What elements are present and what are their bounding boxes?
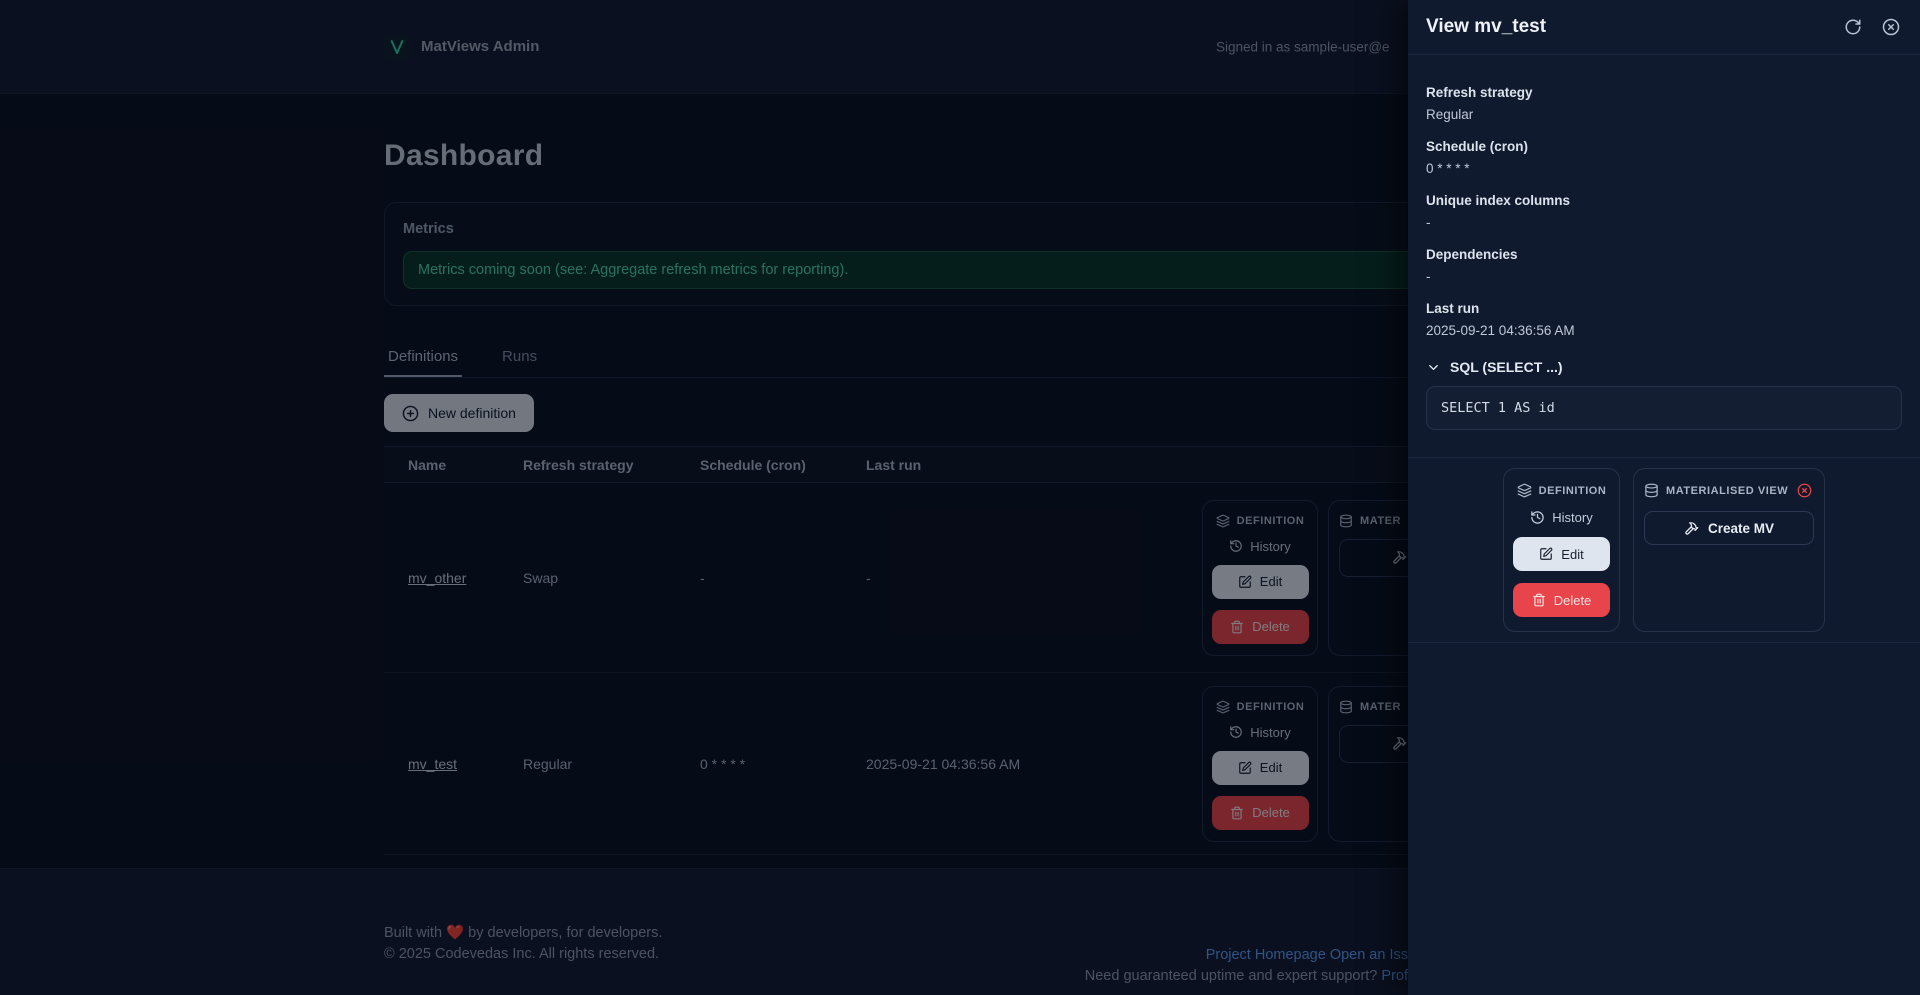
edit-button[interactable]: Edit (1513, 537, 1610, 571)
field-last-run: Last run 2025-09-21 04:36:56 AM (1426, 301, 1575, 338)
delete-button[interactable]: Delete (1513, 583, 1610, 617)
refresh-icon (1844, 18, 1862, 36)
sql-section-toggle[interactable]: SQL (SELECT ...) (1426, 359, 1902, 375)
materialised-card-header: MATERIALISED VIEW (1644, 480, 1814, 498)
field-unique-index-columns: Unique index columns - (1426, 193, 1571, 230)
field-schedule-cron: Schedule (cron) 0 * * * * (1426, 139, 1529, 176)
history-icon (1530, 510, 1545, 525)
field-refresh-strategy: Refresh strategy Regular (1426, 85, 1533, 122)
close-button[interactable] (1880, 16, 1902, 38)
panel-title: View mv_test (1426, 16, 1547, 37)
edit-icon (1539, 547, 1553, 561)
refresh-button[interactable] (1842, 16, 1864, 38)
history-button[interactable]: History (1530, 510, 1593, 525)
definition-card-header: DEFINITION (1517, 480, 1607, 498)
trash-icon (1532, 593, 1546, 607)
database-icon (1644, 483, 1659, 498)
panel-header: View mv_test (1408, 0, 1920, 55)
layers-icon (1517, 483, 1532, 498)
app-root: MatViews Admin Signed in as sample-user@… (0, 0, 1920, 995)
field-dependencies: Dependencies - (1426, 247, 1518, 284)
definition-actions-card: DEFINITION History Edit Delete (1503, 468, 1620, 632)
create-mv-button[interactable]: Create MV (1644, 511, 1814, 545)
close-icon (1882, 18, 1900, 36)
view-definition-panel: View mv_test Refresh strategy Regular Sc… (1408, 0, 1920, 995)
chevron-down-icon (1426, 360, 1441, 375)
sql-code-block: SELECT 1 AS id (1426, 386, 1902, 430)
panel-action-cards: DEFINITION History Edit Delete MATERIALI… (1408, 457, 1920, 643)
materialised-view-card: MATERIALISED VIEW Create MV (1633, 468, 1825, 632)
panel-details: Refresh strategy Regular Schedule (cron)… (1408, 55, 1920, 430)
mv-missing-status-icon (1797, 483, 1812, 498)
hammer-icon (1684, 521, 1699, 536)
